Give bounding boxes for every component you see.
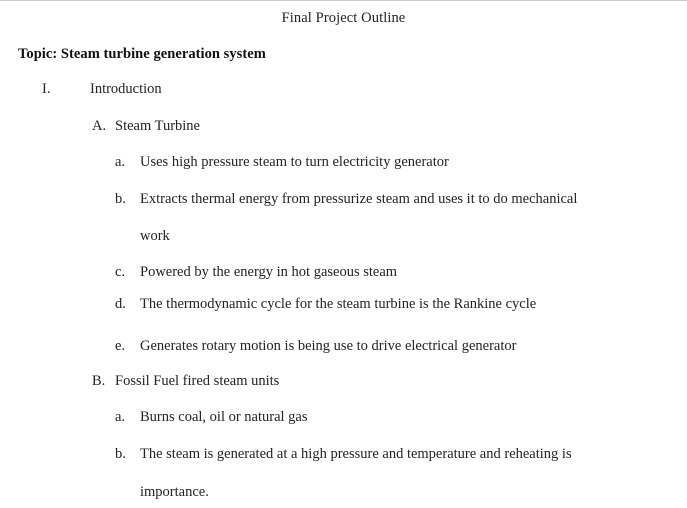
outline-item-marker: a. [115, 154, 126, 170]
outline-item-text: Extracts thermal energy from pressurize … [140, 191, 578, 207]
outline-item-text: work [140, 228, 170, 244]
outline-item-marker: a. [115, 409, 126, 425]
page-title: Final Project Outline [281, 10, 406, 26]
outline-item-text: The steam is generated at a high pressur… [140, 446, 572, 462]
outline-item-text: Fossil Fuel fired steam units [115, 373, 280, 389]
outline-item-marker: I. [42, 81, 51, 97]
outline-item-marker: B. [92, 373, 106, 389]
outline-item-marker: c. [115, 264, 126, 280]
outline-item-marker: d. [115, 296, 126, 312]
outline-item-text: Introduction [90, 81, 162, 97]
topic-heading: Topic: Steam turbine generation system [18, 46, 266, 62]
outline-item-text: importance. [140, 484, 209, 500]
outline-item-text: Burns coal, oil or natural gas [140, 409, 308, 425]
outline-item-marker: A. [92, 118, 107, 134]
outline-item-marker: b. [115, 446, 126, 462]
document-page: Final Project Outline Topic: Steam turbi… [0, 0, 687, 508]
outline-item-text: Generates rotary motion is being use to … [140, 338, 517, 354]
outline-item-text: Powered by the energy in hot gaseous ste… [140, 264, 398, 280]
outline-item-text: Uses high pressure steam to turn electri… [140, 154, 449, 170]
outline-item-marker: b. [115, 191, 126, 207]
outline-item-text: The thermodynamic cycle for the steam tu… [140, 296, 537, 312]
outline-item-text: Steam Turbine [115, 118, 200, 134]
outline-item-marker: e. [115, 338, 126, 354]
